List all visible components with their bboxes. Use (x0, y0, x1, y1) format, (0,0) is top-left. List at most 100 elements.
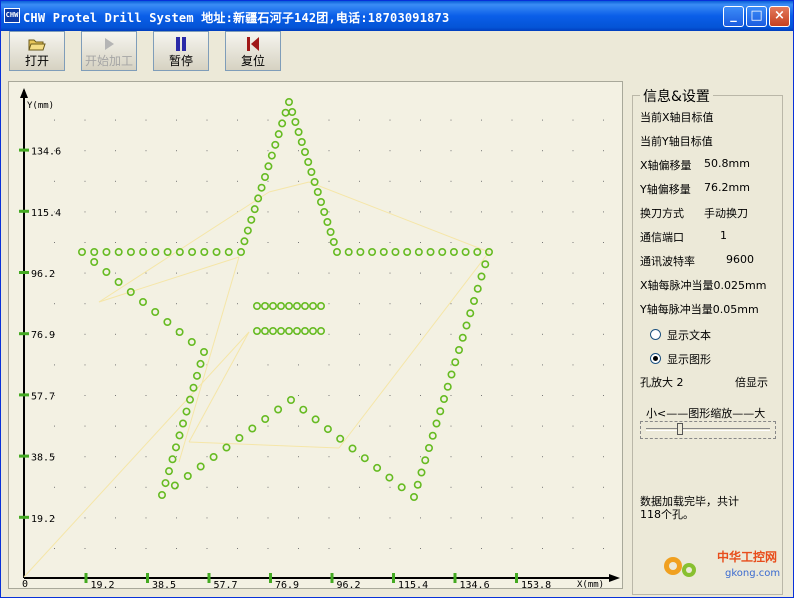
grid-dot (84, 119, 86, 121)
drill-hole (102, 268, 111, 277)
grid-dot (542, 364, 543, 366)
grid-dot (481, 425, 482, 427)
drill-hole (379, 248, 388, 257)
grid-dot (237, 425, 238, 427)
grid-dot (603, 395, 604, 396)
minimize-button[interactable]: _ (723, 6, 744, 27)
grid-dot (450, 548, 452, 549)
grid-dot (542, 180, 543, 182)
drill-hole (300, 148, 309, 157)
drill-hole (196, 462, 205, 471)
pause-button[interactable]: 暂停 (153, 31, 209, 71)
grid-dot (572, 150, 574, 152)
tool-path-line (188, 441, 340, 449)
grid-dot (359, 548, 360, 549)
drill-hole (186, 395, 195, 404)
x-pulse-label: X轴每脉冲当量 (640, 279, 714, 292)
grid-dot (572, 180, 574, 182)
drill-hole (261, 173, 270, 182)
y-target-label: 当前Y轴目标值 (640, 135, 713, 148)
x-pulse-row: X轴每脉冲当量0.025mm (640, 277, 766, 293)
drill-hole (307, 168, 316, 177)
grid-dot (450, 456, 452, 458)
grid-dot (359, 150, 360, 152)
grid-dot (54, 425, 55, 427)
show-graph-radio[interactable] (650, 353, 661, 364)
reset-icon (247, 37, 259, 51)
grid-dot (389, 395, 391, 396)
grid-dot (176, 395, 177, 396)
grid-dot (450, 517, 452, 519)
drill-hole (90, 258, 99, 267)
grid-dot (84, 364, 86, 366)
show-text-radio[interactable] (650, 329, 661, 340)
drill-hole (274, 405, 283, 414)
reset-button[interactable]: 复位 (225, 31, 281, 71)
grid-dot (389, 119, 391, 121)
close-button[interactable]: × (769, 6, 790, 27)
drill-hole (161, 479, 170, 488)
grid-dot (542, 425, 543, 427)
grid-dot (115, 119, 116, 121)
drill-hole (200, 248, 209, 257)
drill-hole (274, 130, 283, 139)
grid-dot (603, 486, 604, 488)
show-graph-label[interactable]: 显示图形 (667, 351, 711, 367)
grid-dot (328, 333, 330, 335)
show-text-label[interactable]: 显示文本 (667, 327, 711, 343)
drill-hole (336, 434, 345, 443)
drill-hole (168, 455, 177, 464)
drill-hole (276, 302, 285, 311)
grid-dot (542, 517, 543, 519)
drill-hole (261, 327, 270, 336)
grid-dot (206, 456, 208, 458)
slider-track (646, 428, 770, 431)
drill-hole (284, 97, 293, 106)
x-tick-label: 38.5 (152, 580, 176, 588)
start-button[interactable]: 开始加工 (81, 31, 137, 71)
x-axis-label: X(mm) (577, 580, 604, 588)
grid-dot (206, 119, 208, 121)
grid-dot (450, 486, 452, 488)
drill-hole (299, 405, 308, 414)
grid-dot (237, 395, 238, 396)
grid-dot (176, 272, 177, 274)
grid-dot (206, 242, 208, 243)
grid-dot (389, 303, 391, 305)
x-tick-label: 153.8 (521, 580, 551, 588)
tool-path-line (178, 256, 240, 463)
pause-label: 暂停 (168, 54, 193, 68)
grid-dot (572, 456, 574, 458)
drill-hole (421, 456, 430, 465)
drill-hole (286, 395, 295, 404)
open-folder-icon (28, 39, 46, 51)
title-bar[interactable]: CHW CHW Protel Drill System 地址:新疆石河子142团… (1, 1, 793, 31)
drill-plot-canvas[interactable]: Y(mm) X(mm) 0 19.2 38.5 57.7 76.9 96.2 115.4 134.… (8, 81, 623, 591)
slider-thumb[interactable] (677, 423, 683, 435)
grid-dot (206, 425, 208, 427)
grid-dot (84, 272, 86, 274)
grid-dot (389, 517, 391, 519)
drill-hole (428, 431, 437, 440)
y-tick-label: 115.4 (31, 208, 61, 219)
grid-dot (359, 486, 360, 488)
grid-dot (481, 333, 482, 335)
grid-dot (267, 150, 269, 152)
grid-dot (481, 456, 482, 458)
drill-hole (308, 327, 317, 336)
drill-hole (209, 452, 218, 461)
grid-dot (237, 333, 238, 335)
grid-dot (145, 364, 147, 366)
zoom-slider[interactable] (640, 421, 776, 439)
drill-hole (284, 302, 293, 311)
grid-dot (145, 395, 147, 396)
drill-hole (276, 327, 285, 336)
grid-dot (206, 180, 208, 182)
open-button[interactable]: 打开 (9, 31, 65, 71)
maximize-button[interactable]: □ (746, 6, 767, 27)
grid-dot (115, 486, 116, 488)
drill-hole (439, 394, 448, 403)
grid-dot (572, 486, 574, 488)
drill-hole (292, 302, 301, 311)
drill-hole (313, 188, 322, 197)
